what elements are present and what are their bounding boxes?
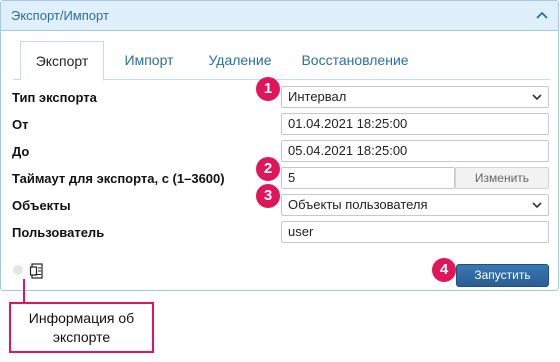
user-input[interactable]: user [281,221,549,243]
export-type-select[interactable]: Интервал [281,86,549,108]
objects-select[interactable]: Объекты пользователя [281,194,549,216]
status-dot [13,265,23,275]
tab-export[interactable]: Экспорт [20,41,104,81]
callout-line [23,279,25,302]
document-info-icon[interactable] [29,262,45,280]
timeout-input[interactable]: 5 [281,167,455,189]
panel-title: Экспорт/Импорт [11,8,109,23]
panel-header: Экспорт/Импорт [1,1,558,31]
marker-3: 3 [256,184,280,208]
chevron-up-icon[interactable] [536,10,548,22]
from-input[interactable]: 01.04.2021 18:25:00 [281,113,549,135]
to-input[interactable]: 05.04.2021 18:25:00 [281,140,549,162]
objects-value: Объекты пользователя [288,197,428,212]
user-label: Пользователь [12,225,105,240]
run-button[interactable]: Запустить [456,264,549,287]
export-info-callout: Информация об экспорте [9,302,154,353]
tab-restore[interactable]: Восстановление [293,41,417,80]
to-label: До [12,144,30,159]
objects-label: Объекты [12,198,71,213]
export-type-label: Тип экспорта [12,90,97,105]
marker-2: 2 [256,157,280,181]
export-type-value: Интервал [288,89,347,104]
marker-1: 1 [256,77,280,101]
export-import-panel: Экспорт/Импорт Экспорт Импорт Удаление В… [0,0,559,291]
tab-bar: Экспорт Импорт Удаление Восстановление [13,41,550,81]
chevron-down-icon [532,94,542,101]
marker-4: 4 [432,258,456,282]
tab-import[interactable]: Импорт [111,41,187,80]
from-label: От [12,117,29,132]
tab-delete[interactable]: Удаление [195,41,285,80]
timeout-label: Таймаут для экспорта, с (1–3600) [12,171,225,186]
change-timeout-button[interactable]: Изменить [455,167,549,189]
chevron-down-icon [532,202,542,209]
